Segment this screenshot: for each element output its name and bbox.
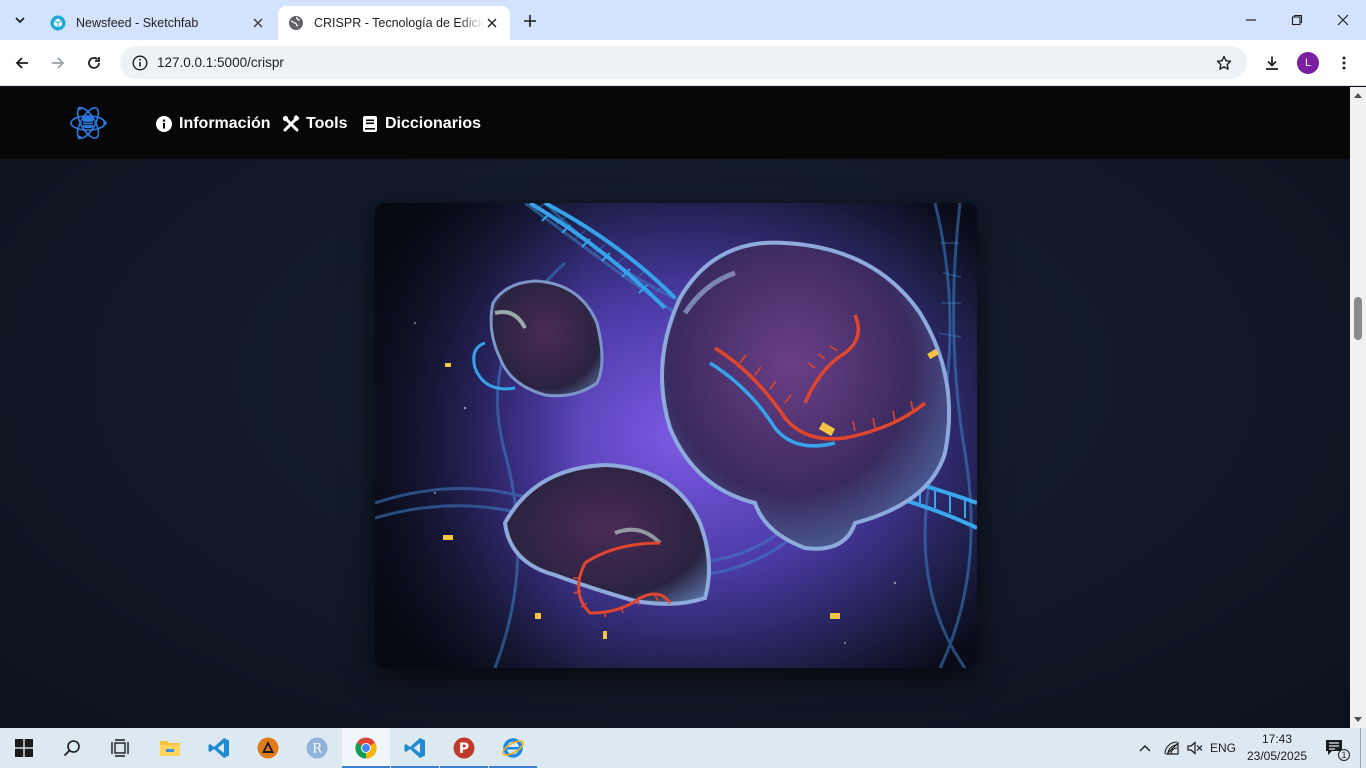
downloads-button[interactable] (1257, 48, 1287, 78)
address-bar[interactable]: 127.0.0.1:5000/crispr (120, 46, 1247, 79)
restore-icon (1291, 14, 1303, 26)
r-app[interactable]: R (293, 728, 341, 768)
app-triangle-icon (257, 737, 279, 759)
site-info-button[interactable] (128, 51, 152, 75)
chrome-app[interactable] (342, 728, 390, 768)
windows-logo-icon (15, 739, 33, 757)
crispr-hero-image (375, 203, 977, 668)
page-scrollbar[interactable] (1350, 87, 1366, 728)
nav-informacion[interactable]: Información (155, 113, 271, 135)
svg-text:R: R (312, 742, 323, 757)
tab-strip: Newsfeed - Sketchfab CRISPR - Tecnología… (0, 0, 1366, 40)
info-icon (132, 55, 148, 71)
chevron-down-icon (15, 17, 25, 24)
task-view-icon (111, 739, 129, 757)
star-icon (1216, 55, 1232, 70)
chrome-icon (355, 737, 377, 759)
clock-date: 23/05/2025 (1246, 749, 1308, 763)
bookmark-button[interactable] (1213, 52, 1235, 74)
tab-crispr[interactable]: CRISPR - Tecnología de Edición (278, 6, 510, 40)
nav-tools[interactable]: Tools (282, 113, 347, 135)
globe-icon (289, 16, 303, 30)
arrow-right-icon (52, 57, 65, 69)
internet-explorer-app[interactable] (489, 728, 537, 768)
nav-diccionarios[interactable]: Diccionarios (361, 113, 481, 135)
reload-button[interactable] (79, 48, 109, 78)
info-circle-icon (155, 115, 173, 133)
wifi-icon (1164, 741, 1179, 755)
vscode-icon (208, 738, 229, 758)
arrow-left-icon (15, 57, 28, 69)
close-window-button[interactable] (1320, 0, 1366, 40)
tab-title: CRISPR - Tecnología de Edición (314, 16, 484, 30)
r-icon: R (306, 737, 328, 759)
more-vertical-icon (1342, 56, 1346, 70)
caret-up-icon (1354, 93, 1362, 98)
start-button[interactable] (0, 728, 48, 768)
notification-count-badge: 1 (1338, 749, 1350, 761)
scroll-thumb[interactable] (1354, 297, 1362, 340)
browser-toolbar: 127.0.0.1:5000/crispr L (0, 40, 1366, 86)
reload-icon (88, 57, 100, 69)
language-indicator[interactable]: ENG (1206, 728, 1240, 768)
vscode-app-running[interactable] (391, 728, 439, 768)
plus-icon (524, 15, 536, 27)
nav-label: Diccionarios (385, 115, 482, 132)
scroll-up-button[interactable] (1350, 87, 1366, 103)
speaker-muted-icon (1187, 741, 1203, 755)
notifications-button[interactable]: 1 (1318, 728, 1352, 768)
caret-down-icon (1354, 717, 1362, 722)
minimize-button[interactable] (1228, 0, 1274, 40)
url-text[interactable]: 127.0.0.1:5000/crispr (157, 55, 284, 70)
show-desktop-button[interactable] (1360, 728, 1366, 768)
web-page: Información Tools Diccionarios (0, 87, 1350, 728)
site-navbar: Información Tools Diccionarios (0, 87, 1350, 159)
tab-search-button[interactable] (7, 8, 33, 32)
show-hidden-icons-button[interactable] (1134, 728, 1156, 768)
tab-close-button[interactable] (484, 15, 500, 31)
p-app-icon: P (453, 737, 475, 759)
vscode-app[interactable] (195, 728, 243, 768)
file-explorer-app[interactable] (146, 728, 194, 768)
nav-label: Información (179, 115, 271, 132)
new-tab-button[interactable] (518, 9, 542, 33)
vscode-icon (404, 738, 425, 758)
system-clock[interactable]: 17:43 23/05/2025 (1240, 731, 1314, 765)
tab-close-button[interactable] (250, 15, 266, 31)
nav-label: Tools (306, 115, 348, 132)
svg-text:P: P (459, 741, 469, 757)
search-icon (63, 740, 80, 757)
close-icon (487, 18, 497, 28)
clock-time: 17:43 (1261, 732, 1293, 746)
chevron-up-icon (1139, 745, 1151, 752)
network-button[interactable] (1160, 728, 1184, 768)
close-icon (253, 18, 263, 28)
profile-avatar[interactable]: L (1297, 52, 1319, 74)
task-view-button[interactable] (96, 728, 144, 768)
sketchfab-favicon-icon (50, 15, 66, 31)
atom-database-logo-icon[interactable] (68, 103, 108, 143)
tab-sketchfab[interactable]: Newsfeed - Sketchfab (40, 6, 276, 40)
book-icon (361, 115, 379, 133)
minimize-icon (1246, 19, 1256, 21)
search-button[interactable] (48, 728, 96, 768)
windows-taskbar: R P ENG 17:43 23/05/2025 1 (0, 728, 1366, 768)
tools-icon (282, 115, 300, 133)
tab-title: Newsfeed - Sketchfab (76, 16, 199, 30)
internet-explorer-icon (501, 738, 525, 758)
file-explorer-icon (160, 741, 180, 756)
p-app[interactable]: P (440, 728, 488, 768)
chrome-menu-button[interactable] (1329, 48, 1359, 78)
triangle-app[interactable] (244, 728, 292, 768)
back-button[interactable] (7, 48, 37, 78)
download-icon (1266, 56, 1278, 70)
close-icon (1337, 14, 1349, 26)
scroll-down-button[interactable] (1350, 712, 1366, 728)
restore-button[interactable] (1274, 0, 1320, 40)
forward-button[interactable] (43, 48, 73, 78)
volume-button[interactable] (1184, 728, 1206, 768)
